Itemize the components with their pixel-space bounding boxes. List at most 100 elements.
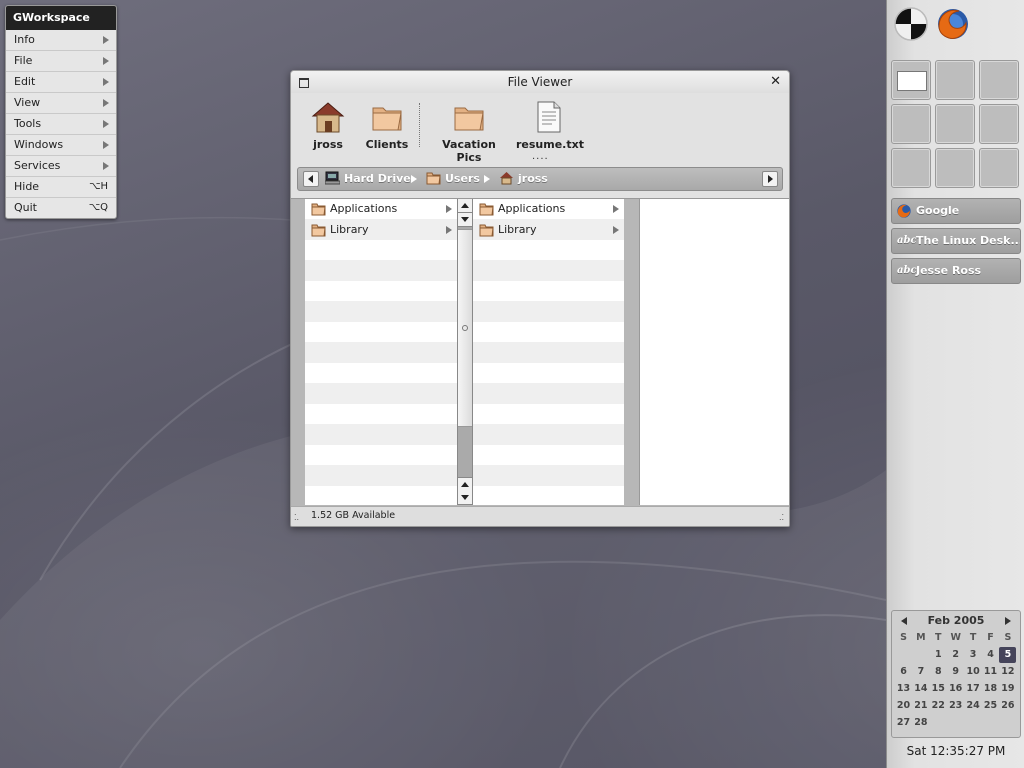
calendar-day[interactable]: 4: [982, 647, 999, 663]
shelf-item-label: resume.txt: [516, 138, 584, 151]
calendar-day[interactable]: 22: [930, 698, 947, 714]
scroll-up-button[interactable]: [458, 477, 472, 492]
workspace-5[interactable]: [935, 104, 975, 144]
calendar-day[interactable]: 27: [895, 715, 912, 731]
calendar-day[interactable]: 10: [965, 664, 982, 680]
calendar-next-icon[interactable]: [1005, 617, 1011, 625]
calendar-day[interactable]: 11: [982, 664, 999, 680]
shelf-item-vacation-pics[interactable]: Vacation Pics: [429, 99, 509, 164]
calendar-day[interactable]: 1: [930, 647, 947, 663]
calendar-day: [895, 647, 912, 663]
calendar-day[interactable]: 24: [965, 698, 982, 714]
calendar-day[interactable]: 25: [982, 698, 999, 714]
calendar-day[interactable]: 23: [947, 698, 964, 714]
menu-item-tools[interactable]: Tools: [6, 114, 116, 135]
menu-item-file[interactable]: File: [6, 51, 116, 72]
calendar-day[interactable]: 2: [947, 647, 964, 663]
menu-item-label: Info: [14, 33, 35, 46]
shelf-item-clients[interactable]: Clients: [363, 99, 411, 151]
workspace-8[interactable]: [935, 148, 975, 188]
path-crumb-hard-drive[interactable]: Hard Drive: [324, 171, 411, 187]
calendar-day[interactable]: 18: [982, 681, 999, 697]
calendar-day[interactable]: 20: [895, 698, 912, 714]
calendar-day[interactable]: 28: [912, 715, 929, 731]
resize-grip-icon[interactable]: .⁚: [779, 514, 785, 522]
list-item[interactable]: Applications: [305, 199, 457, 220]
calendar-week-row: 12345: [894, 647, 1018, 664]
home-icon: [500, 172, 513, 185]
down-arrow-icon: [461, 217, 469, 222]
calendar-day[interactable]: 12: [999, 664, 1016, 680]
gworkspace-icon[interactable]: [893, 6, 929, 42]
calendar-day[interactable]: 13: [895, 681, 912, 697]
calendar-day[interactable]: 6: [895, 664, 912, 680]
path-back-button[interactable]: [303, 171, 319, 187]
home-icon: [311, 102, 345, 133]
menu-item-hide[interactable]: Hide ⌥H: [6, 177, 116, 198]
calendar-weekday: S: [900, 632, 907, 643]
resize-grip-icon[interactable]: ⁚.: [294, 514, 300, 522]
menu-item-label: Edit: [14, 75, 36, 88]
calendar-day[interactable]: 7: [912, 664, 929, 680]
left-arrow-icon: [308, 175, 313, 183]
calendar-day[interactable]: 15: [930, 681, 947, 697]
calendar-day[interactable]: 9: [947, 664, 964, 680]
list-item[interactable]: Library: [473, 220, 624, 241]
calendar-day[interactable]: 26: [999, 698, 1016, 714]
menu-item-windows[interactable]: Windows: [6, 135, 116, 156]
calendar-day[interactable]: 3: [965, 647, 982, 663]
menu-item-quit[interactable]: Quit ⌥Q: [6, 198, 116, 218]
dock-panel: Google abc The Linux Desk... abc Jesse R…: [886, 0, 1024, 768]
submenu-arrow-icon: [103, 141, 109, 149]
shelf-item-resume[interactable]: resume.txt: [516, 99, 584, 151]
workspace-2[interactable]: [935, 60, 975, 100]
vertical-scrollbar[interactable]: [457, 199, 473, 505]
firefox-icon[interactable]: [935, 6, 971, 42]
workspace-3[interactable]: [979, 60, 1019, 100]
list-item-label: Applications: [330, 202, 398, 215]
calendar-day[interactable]: 21: [912, 698, 929, 714]
window-button-jesse-ross[interactable]: abc Jesse Ross: [891, 258, 1021, 284]
menu-item-info[interactable]: Info: [6, 30, 116, 51]
workspace-9[interactable]: [979, 148, 1019, 188]
list-item[interactable]: Applications: [473, 199, 624, 220]
folder-icon: [311, 224, 326, 237]
scroll-knob[interactable]: [458, 229, 472, 427]
calendar-day[interactable]: 17: [965, 681, 982, 697]
path-forward-button[interactable]: [762, 171, 778, 187]
calendar-month: Feb 2005: [927, 614, 985, 627]
window-button-google[interactable]: Google: [891, 198, 1021, 224]
window-title: File Viewer: [507, 75, 573, 89]
path-crumb-label: Users: [445, 172, 480, 185]
free-space-status: 1.52 GB Available: [311, 510, 396, 521]
calendar-day-today[interactable]: 5: [999, 647, 1017, 663]
up-arrow-icon: [461, 203, 469, 208]
scroll-down-button[interactable]: [458, 491, 472, 505]
list-item[interactable]: Library: [305, 220, 457, 241]
browser-column-preview: [639, 199, 789, 505]
menu-item-view[interactable]: View: [6, 93, 116, 114]
expand-arrow-icon: [613, 205, 619, 213]
workspace-4[interactable]: [891, 104, 931, 144]
workspace-1[interactable]: [891, 60, 931, 100]
main-menu: GWorkspace Info File Edit View Tools Win…: [5, 5, 117, 219]
text-file-icon: [537, 101, 561, 133]
workspace-7[interactable]: [891, 148, 931, 188]
calendar-day[interactable]: 8: [930, 664, 947, 680]
scroll-up-button[interactable]: [458, 199, 472, 213]
expand-arrow-icon: [446, 205, 452, 213]
calendar-day[interactable]: 19: [999, 681, 1016, 697]
workspace-6[interactable]: [979, 104, 1019, 144]
path-crumb-jross[interactable]: jross: [499, 171, 548, 187]
window-titlebar[interactable]: File Viewer ✕: [291, 71, 789, 93]
window-button-linux-desktop[interactable]: abc The Linux Desk...: [891, 228, 1021, 254]
shelf-item-jross[interactable]: jross: [304, 99, 352, 151]
menu-item-edit[interactable]: Edit: [6, 72, 116, 93]
path-crumb-users[interactable]: Users: [426, 171, 480, 187]
calendar-weekday-row: SMTWTFS: [894, 630, 1018, 647]
menu-item-services[interactable]: Services: [6, 156, 116, 177]
calendar-day[interactable]: 16: [947, 681, 964, 697]
calendar-day[interactable]: 14: [912, 681, 929, 697]
scroll-down-button[interactable]: [458, 213, 472, 227]
close-icon[interactable]: ✕: [770, 74, 781, 89]
